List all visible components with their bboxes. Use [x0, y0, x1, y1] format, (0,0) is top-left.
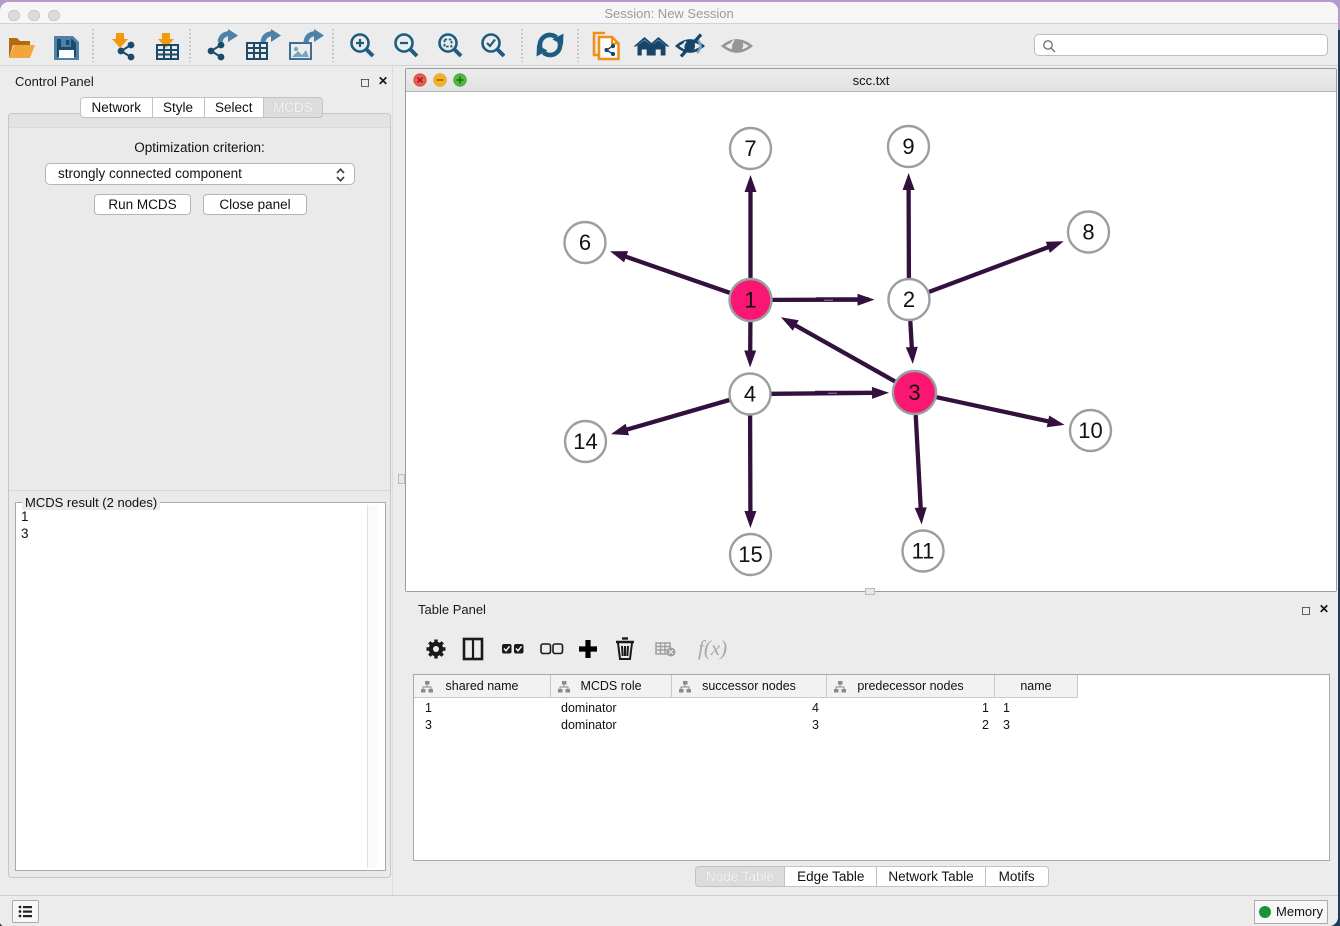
svg-text:10: 10: [1078, 418, 1102, 443]
svg-text:9: 9: [902, 134, 914, 159]
svg-text:15: 15: [738, 542, 762, 567]
svg-text:11: 11: [912, 539, 935, 564]
svg-text:7: 7: [744, 136, 756, 161]
svg-text:4: 4: [744, 382, 756, 407]
svg-text:8: 8: [1082, 220, 1094, 245]
svg-text:6: 6: [579, 230, 591, 255]
svg-text:1: 1: [744, 288, 756, 313]
svg-text:14: 14: [573, 429, 597, 454]
svg-text:f(x): f(x): [698, 636, 727, 660]
svg-text:2: 2: [903, 287, 915, 312]
svg-text:3: 3: [908, 380, 920, 405]
